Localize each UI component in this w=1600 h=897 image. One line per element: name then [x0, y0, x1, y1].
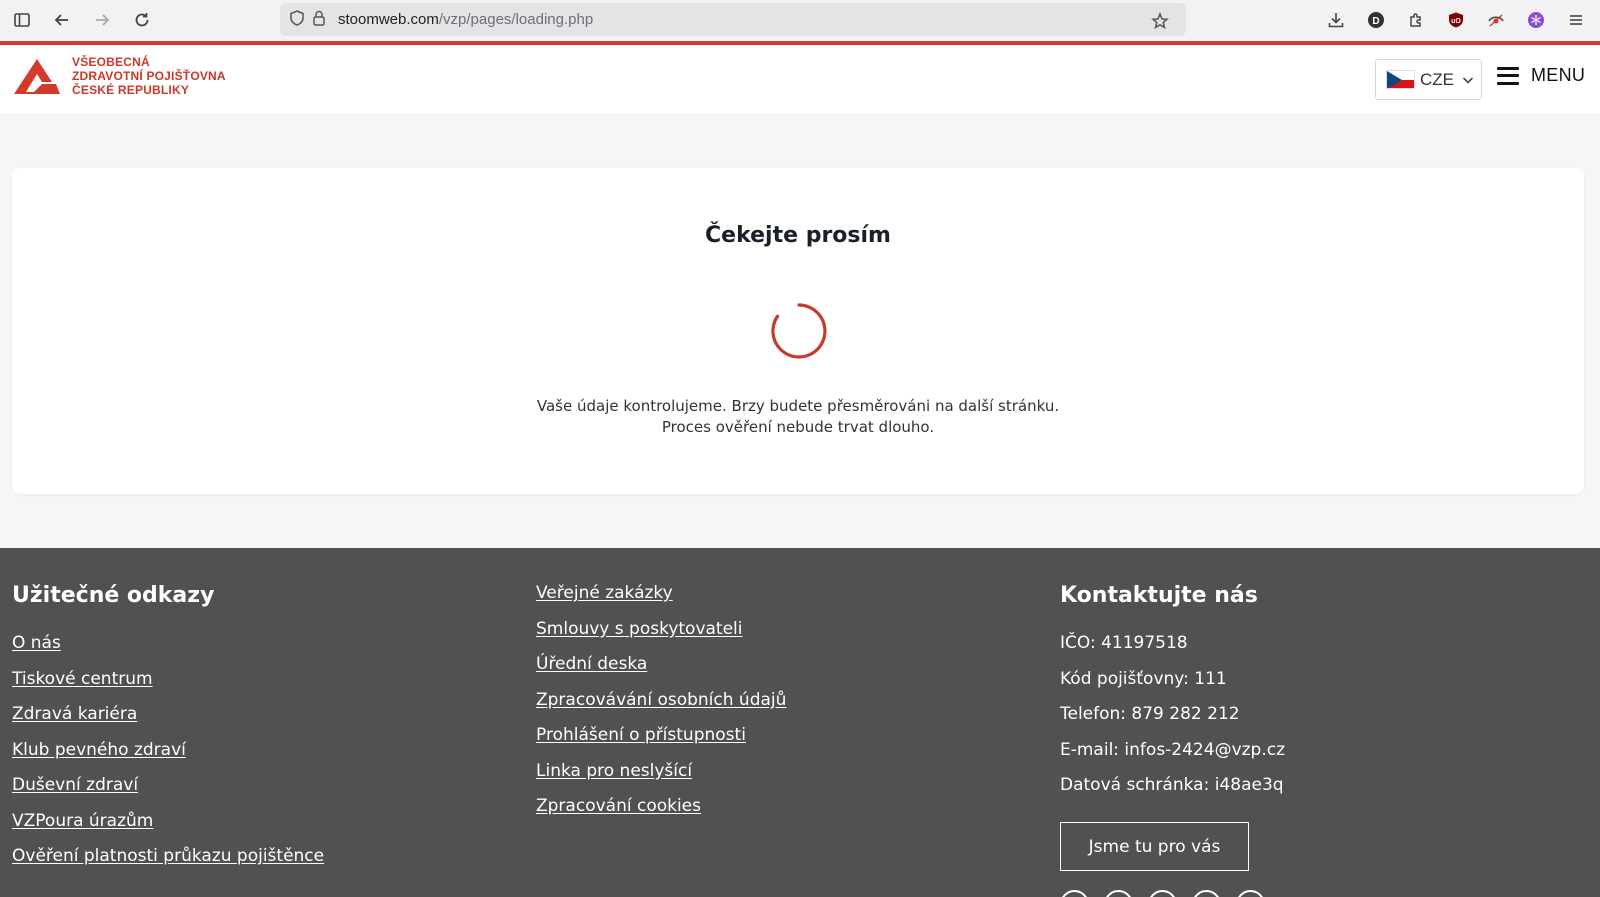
logo-line: VŠEOBECNÁ	[72, 55, 150, 69]
contact-line: Datová schránka: i48ae3q	[1060, 775, 1284, 795]
social-icon[interactable]	[1104, 890, 1133, 897]
footer-link[interactable]: Ověření platnosti průkazu pojištěnce	[12, 846, 324, 866]
footer-link[interactable]: Klub pevného zdraví	[12, 740, 186, 760]
logo-text: VŠEOBECNÁ ZDRAVOTNÍ POJIŠŤOVNA ČESKÉ REP…	[72, 55, 226, 97]
language-select[interactable]: CZE	[1375, 59, 1482, 100]
logo-line: ZDRAVOTNÍ POJIŠŤOVNA	[72, 69, 226, 83]
footer-link[interactable]: VZPoura úrazům	[12, 811, 153, 831]
logo-line: ČESKÉ REPUBLIKY	[72, 83, 190, 97]
footer-link[interactable]: Zdravá kariéra	[12, 704, 137, 724]
footer-link[interactable]: Linka pro neslyšící	[536, 761, 692, 781]
footer-heading: Užitečné odkazy	[12, 583, 215, 608]
ublock-shield-icon[interactable]: uO	[1436, 2, 1476, 38]
contact-line: E-mail: infos-2424@vzp.cz	[1060, 739, 1286, 760]
footer-link[interactable]: Smlouvy s poskytovateli	[536, 619, 743, 639]
czech-flag-icon	[1386, 70, 1415, 89]
url-path: /vzp/pages/loading.php	[438, 11, 594, 28]
footer-link[interactable]: Prohlášení o přístupnosti	[536, 725, 746, 745]
footer-heading: Kontaktujte nás	[1060, 583, 1258, 608]
extensions-puzzle-icon[interactable]	[1396, 2, 1436, 38]
footer-link[interactable]: Zpracování cookies	[536, 796, 701, 816]
reload-icon[interactable]	[122, 2, 162, 38]
loading-message-line: Vaše údaje kontrolujeme. Brzy budete pře…	[536, 397, 1060, 415]
url-text[interactable]: stoomweb.com/vzp/pages/loading.php	[338, 11, 593, 28]
download-icon[interactable]	[1316, 2, 1356, 38]
back-icon[interactable]	[42, 2, 82, 38]
contact-line: Telefon: 879 282 212	[1060, 704, 1240, 724]
loading-message: Vaše údaje kontrolujeme. Brzy budete pře…	[12, 396, 1584, 438]
menu-button[interactable]: MENU	[1497, 65, 1585, 86]
social-icon[interactable]	[1060, 890, 1089, 897]
page-title: Čekejte prosím	[705, 223, 891, 248]
contact-line: IČO: 41197518	[1060, 633, 1188, 653]
extension-snowflake-icon[interactable]	[1516, 2, 1556, 38]
footer-link[interactable]: O nás	[12, 633, 61, 653]
svg-text:uO: uO	[1451, 18, 1461, 25]
loading-message-line: Proces ověření nebude trvat dlouho.	[661, 418, 935, 436]
loading-card: Čekejte prosím Vaše údaje kontrolujeme. …	[12, 168, 1584, 494]
social-icon[interactable]	[1148, 890, 1177, 897]
forward-icon[interactable]	[82, 2, 122, 38]
contact-line: Kód pojišťovny: 111	[1060, 668, 1227, 689]
sidebar-toggle-icon[interactable]	[2, 2, 42, 38]
social-links	[1060, 890, 1265, 897]
chevron-down-icon	[1462, 76, 1474, 84]
footer-link[interactable]: Veřejné zakázky	[536, 583, 673, 603]
profile-avatar-icon[interactable]: D	[1356, 2, 1396, 38]
language-label: CZE	[1420, 69, 1454, 89]
lock-icon[interactable]	[310, 9, 328, 31]
vzp-logo[interactable]: VŠEOBECNÁ ZDRAVOTNÍ POJIŠŤOVNA ČESKÉ REP…	[12, 55, 226, 97]
contact-us-button[interactable]: Jsme tu pro vás	[1060, 822, 1249, 871]
shield-icon[interactable]	[288, 9, 306, 31]
svg-text:D: D	[1372, 16, 1379, 27]
address-bar[interactable]: stoomweb.com/vzp/pages/loading.php	[280, 3, 1186, 36]
footer-link[interactable]: Úřední deska	[536, 654, 647, 674]
social-icon[interactable]	[1236, 890, 1265, 897]
loading-spinner-icon	[771, 303, 827, 359]
extension-eye-icon[interactable]	[1476, 2, 1516, 38]
bookmark-star-icon[interactable]	[1140, 3, 1180, 39]
url-domain: stoomweb.com	[338, 11, 439, 28]
browser-menu-icon[interactable]	[1556, 2, 1596, 38]
browser-toolbar: stoomweb.com/vzp/pages/loading.php D uO	[0, 0, 1600, 41]
social-icon[interactable]	[1192, 890, 1221, 897]
site-header: VŠEOBECNÁ ZDRAVOTNÍ POJIŠŤOVNA ČESKÉ REP…	[0, 45, 1600, 113]
footer-link[interactable]: Tiskové centrum	[12, 669, 153, 689]
footer-link[interactable]: Duševní zdraví	[12, 775, 138, 795]
site-footer: Užitečné odkazy O nás Tiskové centrum Zd…	[0, 548, 1600, 897]
vzp-logo-icon	[14, 59, 60, 94]
hamburger-icon	[1497, 66, 1519, 85]
footer-link[interactable]: Zpracovávání osobních údajů	[536, 690, 786, 710]
menu-label: MENU	[1531, 65, 1586, 85]
